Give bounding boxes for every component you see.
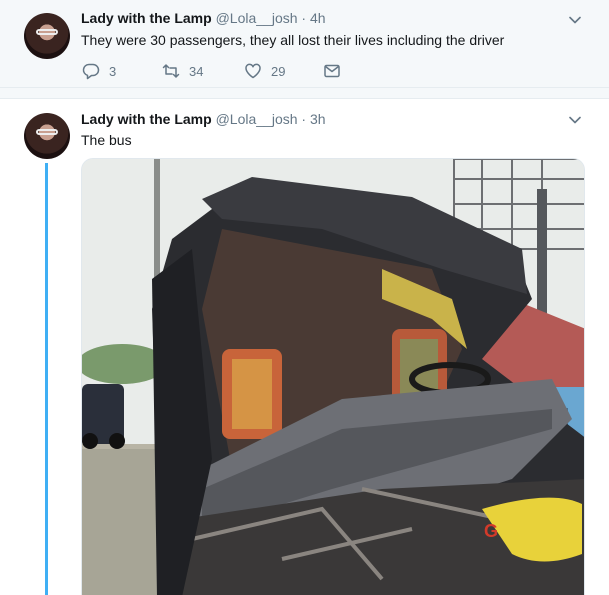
tweet-photo[interactable]: G	[81, 158, 585, 595]
like-count: 29	[271, 63, 286, 79]
tweet-header: Lady with the Lamp @Lola__josh · 3h	[81, 111, 326, 127]
svg-text:G: G	[484, 521, 498, 541]
separator-dot: ·	[301, 111, 307, 127]
tweet-1[interactable]: Lady with the Lamp @Lola__josh · 4h They…	[0, 0, 609, 88]
direct-message-button[interactable]	[323, 61, 350, 81]
author-handle[interactable]: @Lola__josh	[216, 111, 298, 127]
author-handle[interactable]: @Lola__josh	[216, 10, 298, 26]
direct-message-icon	[324, 64, 340, 78]
chevron-down-icon[interactable]	[569, 14, 581, 26]
retweet-count: 34	[189, 63, 204, 79]
tweet-timestamp[interactable]: 4h	[310, 10, 326, 26]
tweet-2[interactable]: Lady with the Lamp @Lola__josh · 3h The …	[0, 98, 609, 595]
separator-dot: ·	[301, 10, 307, 26]
thread-line	[45, 163, 48, 595]
retweet-icon	[162, 64, 180, 78]
tweet-text: The bus	[81, 132, 132, 148]
tweet-timestamp[interactable]: 3h	[310, 111, 326, 127]
retweet-button[interactable]: 34	[162, 61, 203, 81]
like-button[interactable]: 29	[244, 61, 285, 81]
tweet-actions: 3 34 29	[82, 61, 382, 81]
avatar[interactable]	[24, 13, 70, 59]
wrecked-bus-image: G	[82, 159, 584, 595]
reply-button[interactable]: 3	[82, 61, 116, 81]
author-name[interactable]: Lady with the Lamp	[81, 10, 212, 26]
reply-icon	[82, 63, 100, 80]
avatar[interactable]	[24, 113, 70, 159]
reply-count: 3	[109, 63, 117, 79]
tweet-separator	[0, 88, 609, 98]
chevron-down-icon[interactable]	[569, 114, 581, 126]
tweet-header: Lady with the Lamp @Lola__josh · 4h	[81, 10, 326, 26]
heart-icon	[245, 63, 261, 79]
tweet-text: They were 30 passengers, they all lost t…	[81, 32, 505, 48]
author-name[interactable]: Lady with the Lamp	[81, 111, 212, 127]
